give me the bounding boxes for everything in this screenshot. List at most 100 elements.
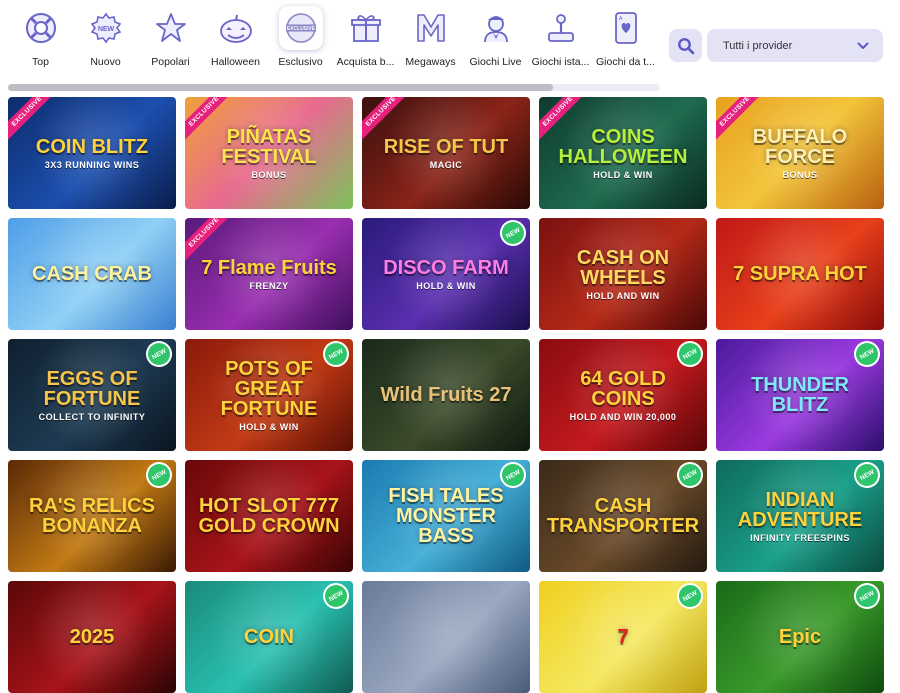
category-scrollbar[interactable] (8, 84, 660, 91)
category-giochi-live[interactable]: Giochi Live (463, 0, 528, 72)
game-title: 2025 (60, 623, 125, 651)
game-title: HOT SLOT 777 GOLD CROWN (185, 492, 353, 540)
game-title: PIÑATAS FESTIVAL BONUS (185, 123, 353, 184)
category-giochi-da-t[interactable]: A Giochi da t... (593, 0, 658, 72)
category-esclusivo[interactable]: EXCLUSIVE Esclusivo (268, 0, 333, 72)
game-title-text: EGGS OF FORTUNE (43, 367, 141, 410)
category-label: Giochi ista... (531, 56, 590, 68)
provider-select[interactable]: Tutti i provider (707, 29, 883, 62)
game-tile[interactable]: EGGS OF FORTUNE COLLECT TO INFINITY NEW (8, 339, 176, 451)
game-title: POTS OF GREAT FORTUNE HOLD & WIN (185, 355, 353, 436)
game-subtitle: HOLD AND WIN 20,000 (569, 411, 677, 422)
new-badge-icon: NEW (84, 6, 128, 50)
game-title-text: CASH ON WHEELS (576, 246, 670, 289)
game-subtitle: HOLD & WIN (239, 421, 299, 432)
game-title: EGGS OF FORTUNE COLLECT TO INFINITY (8, 365, 176, 426)
category-top[interactable]: Top (8, 0, 73, 72)
category-giochi-ista[interactable]: Giochi ista... (528, 0, 593, 72)
dealer-icon (474, 6, 518, 50)
game-tile[interactable]: COINS HALLOWEEN HOLD & WIN EXCLUSIVE (539, 97, 707, 209)
game-tile[interactable]: FISH TALES MONSTER BASS NEW (362, 460, 530, 572)
category-popolari[interactable]: Popolari (138, 0, 203, 72)
pumpkin-icon (214, 6, 258, 50)
game-title-text: 64 GOLD COINS (580, 367, 666, 410)
game-subtitle: HOLD AND WIN (586, 290, 660, 301)
game-tile[interactable]: COIN NEW (185, 581, 353, 693)
category-label: Megaways (405, 56, 456, 68)
game-title-text: DISCO FARM (383, 256, 509, 279)
game-subtitle: BONUS (251, 169, 287, 180)
game-title-text: 7 (617, 626, 629, 648)
gift-icon (344, 6, 388, 50)
game-title: CASH CRAB (22, 260, 162, 288)
game-tile[interactable]: 7 SUPRA HOT (716, 218, 884, 330)
game-title: INDIAN ADVENTURE INFINITY FREESPINS (716, 486, 884, 547)
game-tile[interactable]: 7 NEW (539, 581, 707, 693)
game-tile[interactable]: COIN BLITZ 3X3 RUNNING WINS EXCLUSIVE (8, 97, 176, 209)
game-tile[interactable]: RA'S RELICS BONANZA NEW (8, 460, 176, 572)
game-title: FISH TALES MONSTER BASS (362, 482, 530, 550)
category-halloween[interactable]: Halloween (203, 0, 268, 72)
category-nuovo[interactable]: NEW Nuovo (73, 0, 138, 72)
game-tile[interactable]: CASH TRANSPORTER NEW (539, 460, 707, 572)
game-tile[interactable]: CASH ON WHEELS HOLD AND WIN (539, 218, 707, 330)
game-title-text: RISE OF TUT (383, 135, 509, 158)
game-tile[interactable]: RISE OF TUT MAGIC EXCLUSIVE (362, 97, 530, 209)
game-tile[interactable]: 7 Flame Fruits FRENZY EXCLUSIVE (185, 218, 353, 330)
game-title: COIN BLITZ 3X3 RUNNING WINS (26, 133, 158, 174)
game-title-text: Wild Fruits 27 (380, 384, 512, 406)
game-tile[interactable]: DISCO FARM HOLD & WIN NEW (362, 218, 530, 330)
game-title: COIN (234, 623, 304, 651)
game-title: Wild Fruits 27 (371, 381, 522, 409)
game-tile[interactable]: BUFFALO FORCE BONUS EXCLUSIVE (716, 97, 884, 209)
game-title-text: CASH TRANSPORTER (546, 495, 700, 537)
game-tile[interactable]: HOT SLOT 777 GOLD CROWN (185, 460, 353, 572)
game-title: Epic (769, 623, 831, 651)
game-tile[interactable]: 2025 (8, 581, 176, 693)
game-tile[interactable] (362, 581, 530, 693)
game-title: 7 (607, 623, 638, 651)
category-list: Top NEW Nuovo Popolari Halloween EXCLUSIVE Esc… (8, 0, 660, 80)
chevron-down-icon (857, 42, 869, 49)
game-tile[interactable]: INDIAN ADVENTURE INFINITY FREESPINS NEW (716, 460, 884, 572)
game-subtitle: HOLD & WIN (416, 280, 476, 291)
game-tile[interactable]: Wild Fruits 27 (362, 339, 530, 451)
category-scrollbar-thumb[interactable] (8, 84, 553, 91)
game-title-text: RA'S RELICS BONANZA (29, 495, 155, 537)
game-title-text: BUFFALO FORCE (752, 125, 848, 168)
game-tile[interactable]: Epic NEW (716, 581, 884, 693)
exclusive-badge-icon: EXCLUSIVE (278, 6, 323, 50)
game-subtitle: BONUS (782, 169, 818, 180)
category-label: Giochi da t... (596, 56, 655, 68)
game-title: BUFFALO FORCE BONUS (716, 123, 884, 184)
game-subtitle: HOLD & WIN (593, 169, 653, 180)
search-icon (677, 37, 694, 54)
game-tile[interactable]: POTS OF GREAT FORTUNE HOLD & WIN NEW (185, 339, 353, 451)
category-acquista-b[interactable]: Acquista b... (333, 0, 398, 72)
lifebuoy-icon (19, 6, 63, 50)
game-title: THUNDER BLITZ (716, 371, 884, 419)
game-tile[interactable]: PIÑATAS FESTIVAL BONUS EXCLUSIVE (185, 97, 353, 209)
game-title: COINS HALLOWEEN HOLD & WIN (539, 123, 707, 184)
joystick-icon (539, 6, 583, 50)
game-title-text: CASH CRAB (32, 263, 152, 285)
game-title-text: POTS OF GREAT FORTUNE (220, 357, 318, 420)
game-title-text: THUNDER BLITZ (751, 374, 849, 416)
category-label: Giochi Live (469, 56, 522, 68)
game-tile[interactable]: THUNDER BLITZ NEW (716, 339, 884, 451)
provider-select-value: Tutti i provider (723, 39, 793, 52)
svg-text:EXCLUSIVE: EXCLUSIVE (286, 26, 315, 32)
game-subtitle: COLLECT TO INFINITY (38, 411, 146, 422)
game-title: DISCO FARM HOLD & WIN (373, 254, 519, 295)
game-title-text: HOT SLOT 777 GOLD CROWN (198, 495, 340, 537)
game-title: RA'S RELICS BONANZA (8, 492, 176, 540)
category-bar: Top NEW Nuovo Popolari Halloween EXCLUSIVE Esc… (0, 0, 900, 96)
category-megaways[interactable]: Megaways (398, 0, 463, 72)
search-button[interactable] (669, 29, 702, 62)
game-title-text: FISH TALES MONSTER BASS (388, 485, 504, 547)
category-label: Popolari (151, 56, 190, 68)
game-tile[interactable]: 64 GOLD COINS HOLD AND WIN 20,000 NEW (539, 339, 707, 451)
game-title: CASH ON WHEELS HOLD AND WIN (539, 244, 707, 305)
game-tile[interactable]: CASH CRAB (8, 218, 176, 330)
game-title-text: 7 Flame Fruits (201, 256, 337, 279)
